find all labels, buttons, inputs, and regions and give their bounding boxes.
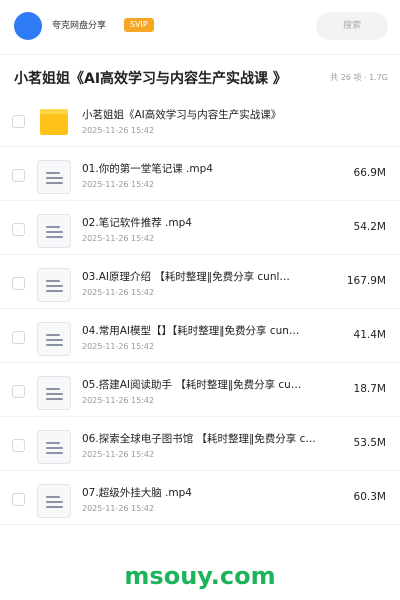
item-date: 2025-11-26 15:42 bbox=[82, 342, 155, 351]
item-date: 2025-11-26 15:42 bbox=[82, 234, 155, 243]
item-size: 53.5M bbox=[353, 437, 386, 449]
item-name: 小茗姐姐《AI高效学习与内容生产实战课》 bbox=[82, 109, 282, 121]
document-icon bbox=[37, 214, 71, 248]
item-name: 01.你的第一堂笔记课 .mp4 bbox=[82, 163, 213, 175]
select-checkbox[interactable] bbox=[12, 439, 25, 452]
item-date: 2025-11-26 15:42 bbox=[82, 450, 155, 459]
item-size: 54.2M bbox=[353, 221, 386, 233]
item-size: 167.9M bbox=[346, 275, 386, 287]
list-item-file[interactable]: 06.探索全球电子图书馆 【耗时整理‖免费分享 c… 2025-11-26 15… bbox=[0, 417, 400, 471]
select-checkbox[interactable] bbox=[12, 493, 25, 506]
document-icon bbox=[37, 430, 71, 464]
item-name: 04.常用AI模型【】【耗时整理‖免费分享 cun… bbox=[82, 325, 300, 337]
file-list: 小茗姐姐《AI高效学习与内容生产实战课》 2025-11-26 15:42 01… bbox=[0, 93, 400, 525]
list-item-file[interactable]: 05.搭建AI阅读助手 【耗时整理‖免费分享 cu… 2025-11-26 15… bbox=[0, 363, 400, 417]
select-checkbox[interactable] bbox=[12, 223, 25, 236]
select-checkbox[interactable] bbox=[12, 169, 25, 182]
item-size: 66.9M bbox=[353, 167, 386, 179]
svip-badge: SVIP bbox=[124, 18, 154, 32]
username: 夸克网盘分享 bbox=[52, 21, 107, 31]
list-item-file[interactable]: 01.你的第一堂笔记课 .mp4 2025-11-26 15:42 66.9M bbox=[0, 147, 400, 201]
document-icon bbox=[37, 376, 71, 410]
list-item-file[interactable]: 02.笔记软件推荐 .mp4 2025-11-26 15:42 54.2M bbox=[0, 201, 400, 255]
item-name: 02.笔记软件推荐 .mp4 bbox=[82, 217, 192, 229]
item-name: 06.探索全球电子图书馆 【耗时整理‖免费分享 c… bbox=[82, 433, 316, 445]
item-date: 2025-11-26 15:42 bbox=[82, 126, 155, 135]
item-date: 2025-11-26 15:42 bbox=[82, 180, 155, 189]
list-item-folder[interactable]: 小茗姐姐《AI高效学习与内容生产实战课》 2025-11-26 15:42 bbox=[0, 93, 400, 147]
document-icon bbox=[37, 160, 71, 194]
item-name: 05.搭建AI阅读助手 【耗时整理‖免费分享 cu… bbox=[82, 379, 302, 391]
share-meta: 共 26 项 · 1.7G bbox=[330, 73, 388, 82]
item-size: 41.4M bbox=[353, 329, 386, 341]
watermark-text: msouy.com bbox=[124, 562, 276, 590]
avatar[interactable] bbox=[14, 12, 42, 40]
list-item-file[interactable]: 03.AI原理介绍 【耗时整理‖免费分享 cunl… 2025-11-26 15… bbox=[0, 255, 400, 309]
item-date: 2025-11-26 15:42 bbox=[82, 396, 155, 405]
folder-icon bbox=[40, 109, 68, 135]
item-name: 03.AI原理介绍 【耗时整理‖免费分享 cunl… bbox=[82, 271, 290, 283]
list-item-file[interactable]: 04.常用AI模型【】【耗时整理‖免费分享 cun… 2025-11-26 15… bbox=[0, 309, 400, 363]
item-size: 18.7M bbox=[353, 383, 386, 395]
document-icon bbox=[37, 268, 71, 302]
select-checkbox[interactable] bbox=[12, 385, 25, 398]
item-date: 2025-11-26 15:42 bbox=[82, 288, 155, 297]
header: 夸克网盘分享 SVIP bbox=[0, 0, 400, 54]
item-name: 07.超级外挂大脑 .mp4 bbox=[82, 487, 192, 499]
item-size: 60.3M bbox=[353, 491, 386, 503]
share-title: 小茗姐姐《AI高效学习与内容生产实战课 》 bbox=[14, 71, 287, 87]
select-checkbox[interactable] bbox=[12, 277, 25, 290]
share-title-bar: 小茗姐姐《AI高效学习与内容生产实战课 》 共 26 项 · 1.7G bbox=[0, 54, 400, 98]
select-checkbox[interactable] bbox=[12, 115, 25, 128]
select-checkbox[interactable] bbox=[12, 331, 25, 344]
item-date: 2025-11-26 15:42 bbox=[82, 504, 155, 513]
document-icon bbox=[37, 322, 71, 356]
document-icon bbox=[37, 484, 71, 518]
list-item-file[interactable]: 07.超级外挂大脑 .mp4 2025-11-26 15:42 60.3M bbox=[0, 471, 400, 525]
search-input[interactable] bbox=[316, 12, 388, 40]
